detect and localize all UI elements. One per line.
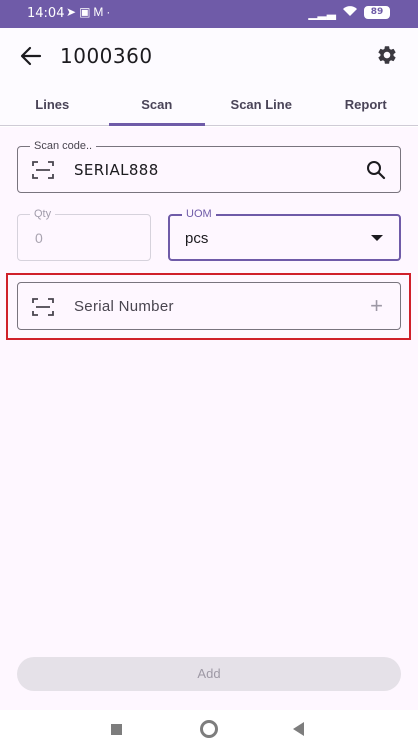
telegram-icon: ➤: [66, 5, 80, 19]
gear-icon[interactable]: [376, 44, 398, 66]
barcode-scan-icon[interactable]: [32, 298, 54, 316]
tab-scan-line[interactable]: Scan Line: [209, 84, 314, 125]
dot-icon: ·: [106, 5, 114, 19]
back-arrow-icon[interactable]: [18, 44, 44, 68]
qty-field[interactable]: Qty 0: [17, 208, 151, 261]
search-icon[interactable]: [366, 160, 386, 180]
scan-code-field[interactable]: Scan code.. SERIAL888: [17, 140, 401, 193]
system-nav-bar: [0, 710, 418, 749]
barcode-scan-icon[interactable]: [32, 161, 54, 179]
app-bar: 1000360: [0, 28, 418, 84]
serial-number-field[interactable]: Serial Number +: [17, 282, 401, 330]
tab-lines[interactable]: Lines: [0, 84, 105, 125]
uom-dropdown[interactable]: UOM pcs: [168, 208, 401, 261]
uom-value: pcs: [185, 230, 209, 247]
tab-scan[interactable]: Scan: [105, 84, 210, 126]
wifi-icon: [342, 5, 358, 20]
page-title: 1000360: [60, 44, 153, 68]
add-icon[interactable]: +: [370, 293, 383, 319]
scan-form: Scan code.. SERIAL888 Qty 0 UOM pcs Seri…: [0, 127, 418, 710]
uom-label: UOM: [182, 208, 216, 220]
back-triangle-icon[interactable]: [293, 722, 304, 736]
gmail-icon: M: [93, 5, 107, 19]
scan-code-label: Scan code..: [30, 140, 97, 152]
battery-icon: 89: [364, 6, 390, 19]
qty-label: Qty: [30, 208, 56, 220]
recent-apps-icon[interactable]: [111, 724, 122, 735]
system-icons: ▁▂▃ 89: [308, 5, 390, 20]
tab-bar: Lines Scan Scan Line Report: [0, 84, 418, 126]
tab-report[interactable]: Report: [314, 84, 418, 125]
home-icon[interactable]: [200, 720, 218, 738]
qty-value: 0: [35, 230, 43, 246]
serial-number-label: Serial Number: [74, 298, 174, 315]
status-time: 14:04: [27, 6, 65, 21]
signal-icon: ▁▂▃: [308, 5, 336, 20]
notification-icons: ➤▣M·: [66, 5, 113, 19]
scan-code-value: SERIAL888: [74, 161, 159, 179]
status-bar: 14:04 ➤▣M· ▁▂▃ 89: [0, 0, 418, 28]
app-icon: ▣: [79, 5, 94, 19]
add-button[interactable]: Add: [17, 657, 401, 691]
chevron-down-icon[interactable]: [371, 235, 383, 241]
